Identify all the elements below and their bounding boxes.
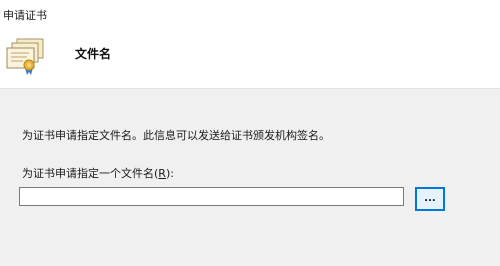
filename-input[interactable] bbox=[19, 187, 404, 206]
page-title: 文件名 bbox=[75, 47, 112, 61]
wizard-header: 申请证书 文件名 bbox=[0, 0, 500, 88]
browse-button[interactable]: ... bbox=[415, 187, 445, 211]
window-title: 申请证书 bbox=[3, 9, 47, 22]
filename-label: 为证书申请指定一个文件名(R): bbox=[22, 165, 174, 181]
content-panel: 为证书申请指定文件名。此信息可以发送给证书颁发机构签名。 为证书申请指定一个文件… bbox=[0, 88, 500, 266]
filename-label-mnemonic: R bbox=[158, 167, 166, 180]
filename-label-prefix: 为证书申请指定一个文件名( bbox=[22, 167, 159, 180]
filename-label-suffix: ): bbox=[165, 167, 174, 180]
certificate-icon bbox=[5, 38, 45, 79]
description-text: 为证书申请指定文件名。此信息可以发送给证书颁发机构签名。 bbox=[22, 129, 330, 142]
